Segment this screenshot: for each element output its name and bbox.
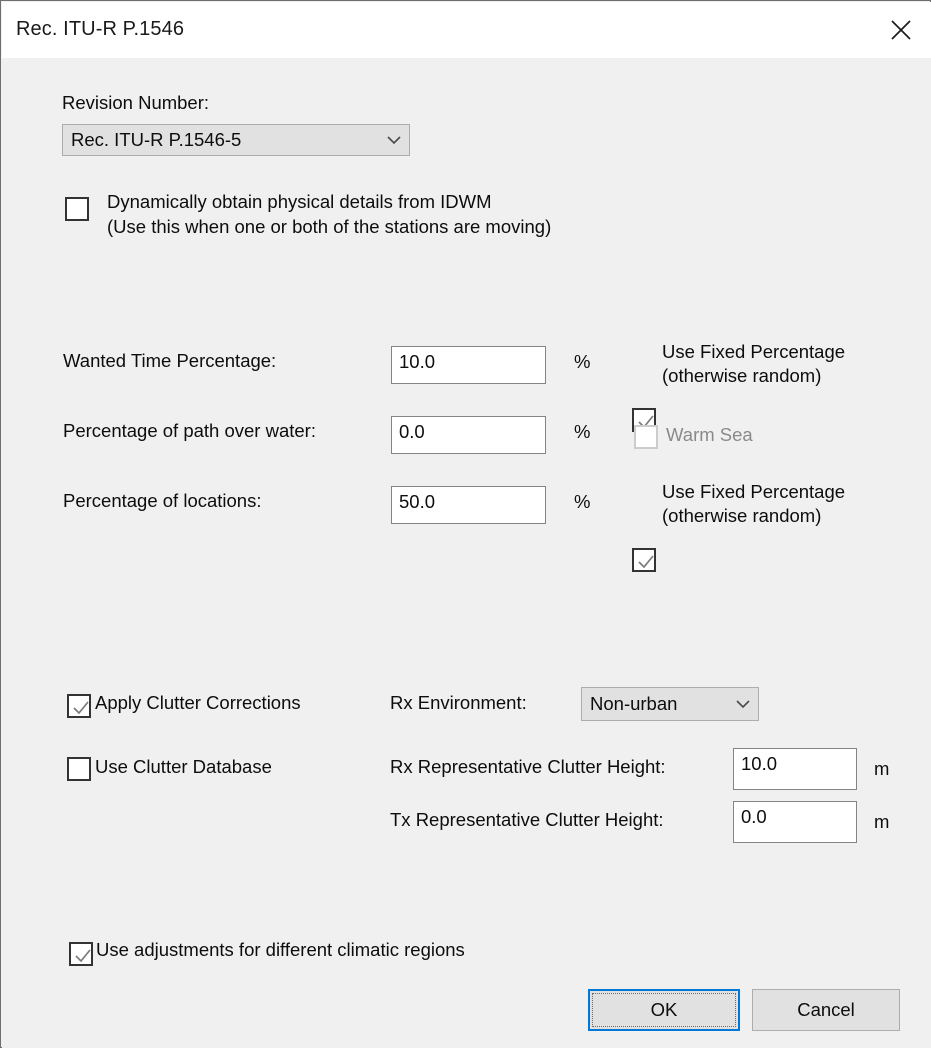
path-over-water-value: 0.0 [399, 421, 425, 442]
use-fixed-percentage-locations-checkbox[interactable] [632, 548, 656, 572]
cancel-button-label: Cancel [797, 999, 855, 1020]
warm-sea-checkbox [634, 425, 658, 449]
climatic-regions-label: Use adjustments for different climatic r… [96, 939, 465, 960]
wanted-time-percentage-input[interactable]: 10.0 [391, 346, 546, 384]
apply-clutter-corrections-checkbox[interactable] [67, 694, 91, 718]
apply-clutter-corrections-label: Apply Clutter Corrections [95, 692, 301, 713]
chevron-down-icon [728, 698, 758, 710]
path-over-water-input[interactable]: 0.0 [391, 416, 546, 454]
dynamic-idwm-label-line2: (Use this when one or both of the statio… [107, 216, 552, 237]
warm-sea-label: Warm Sea [666, 424, 753, 445]
revision-number-label: Revision Number: [62, 92, 210, 113]
close-icon[interactable] [871, 2, 931, 58]
rx-clutter-height-value: 10.0 [741, 753, 778, 774]
path-over-water-unit: % [574, 421, 591, 442]
use-fixed-percentage-time-line2: (otherwise random) [662, 365, 822, 386]
climatic-regions-checkbox[interactable] [69, 942, 93, 966]
tx-clutter-height-value: 0.0 [741, 806, 767, 827]
use-clutter-database-checkbox[interactable] [67, 757, 91, 781]
window-title: Rec. ITU-R P.1546 [16, 18, 185, 40]
rx-clutter-height-input[interactable]: 10.0 [733, 748, 857, 790]
use-fixed-percentage-locations-line1: Use Fixed Percentage [662, 481, 846, 502]
wanted-time-percentage-unit: % [574, 351, 591, 372]
path-over-water-label: Percentage of path over water: [63, 420, 316, 441]
title-bar: Rec. ITU-R P.1546 [2, 2, 931, 58]
tx-clutter-height-label: Tx Representative Clutter Height: [390, 809, 664, 830]
percentage-of-locations-unit: % [574, 491, 591, 512]
rx-clutter-height-unit: m [874, 758, 890, 779]
wanted-time-percentage-label: Wanted Time Percentage: [63, 350, 277, 371]
percentage-of-locations-label: Percentage of locations: [63, 490, 262, 511]
ok-button-label: OK [650, 999, 678, 1020]
dialog-window: Rec. ITU-R P.1546 Revision Number: Rec. … [0, 0, 931, 1048]
use-clutter-database-label: Use Clutter Database [95, 756, 272, 777]
chevron-down-icon [379, 134, 409, 146]
wanted-time-percentage-value: 10.0 [399, 351, 436, 372]
revision-number-select[interactable]: Rec. ITU-R P.1546-5 [62, 124, 410, 156]
use-fixed-percentage-locations-line2: (otherwise random) [662, 505, 822, 526]
rx-clutter-height-label: Rx Representative Clutter Height: [390, 756, 666, 777]
cancel-button[interactable]: Cancel [752, 989, 900, 1031]
revision-number-value: Rec. ITU-R P.1546-5 [71, 129, 242, 150]
tx-clutter-height-unit: m [874, 811, 890, 832]
dynamic-idwm-checkbox[interactable] [65, 197, 89, 221]
ok-button[interactable]: OK [588, 989, 740, 1031]
rx-environment-select[interactable]: Non-urban [581, 687, 759, 721]
dynamic-idwm-label-line1: Dynamically obtain physical details from… [107, 191, 492, 212]
rx-environment-value: Non-urban [590, 693, 678, 714]
percentage-of-locations-value: 50.0 [399, 491, 436, 512]
dialog-body: Revision Number: Rec. ITU-R P.1546-5 Dyn… [2, 58, 931, 1048]
rx-environment-label: Rx Environment: [390, 692, 527, 713]
use-fixed-percentage-time-line1: Use Fixed Percentage [662, 341, 846, 362]
tx-clutter-height-input[interactable]: 0.0 [733, 801, 857, 843]
percentage-of-locations-input[interactable]: 50.0 [391, 486, 546, 524]
